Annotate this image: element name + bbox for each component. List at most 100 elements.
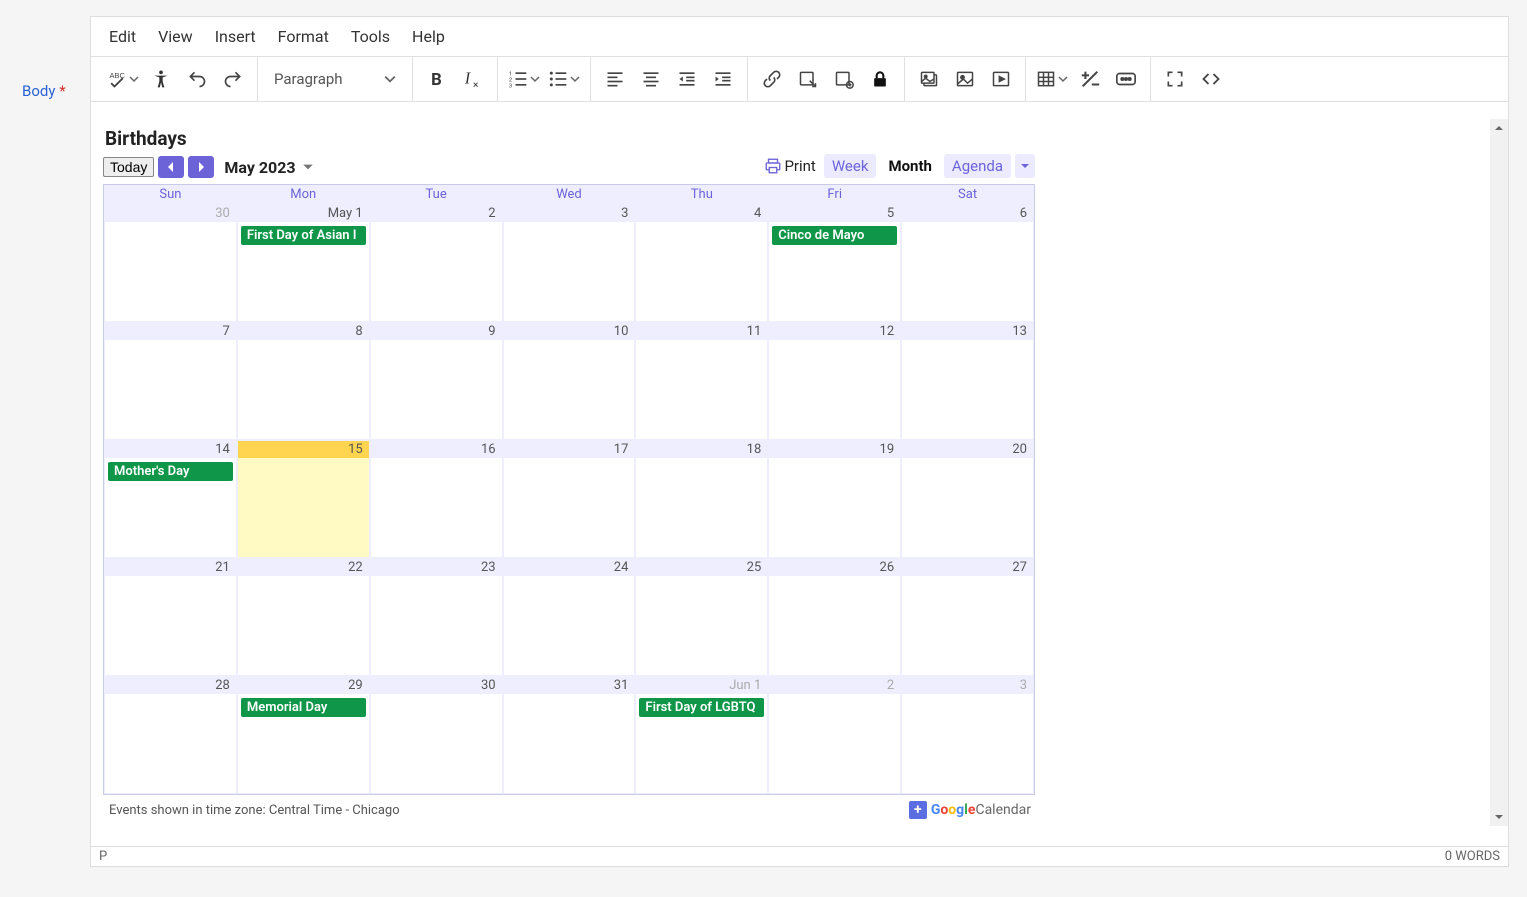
fullscreen-button[interactable] xyxy=(1157,61,1193,97)
calendar-widget: Birthdays Today May 2023 Print Wee xyxy=(103,125,1035,821)
day-cell[interactable]: 29Memorial Day xyxy=(237,676,370,794)
link-button[interactable] xyxy=(754,61,790,97)
day-cell[interactable]: 7 xyxy=(104,322,237,440)
day-cell[interactable]: 27 xyxy=(901,558,1034,676)
day-cell[interactable]: 15 xyxy=(237,440,370,558)
date-label: 3 xyxy=(504,205,635,222)
menu-help[interactable]: Help xyxy=(412,27,445,46)
calendar-event[interactable]: Memorial Day xyxy=(241,698,366,717)
date-label: 31 xyxy=(504,677,635,694)
calendar-event[interactable]: Mother's Day xyxy=(108,462,233,481)
outdent-button[interactable] xyxy=(669,61,705,97)
menu-tools[interactable]: Tools xyxy=(351,27,390,46)
day-cell[interactable]: 6 xyxy=(901,204,1034,322)
day-cell[interactable]: 11 xyxy=(635,322,768,440)
day-cell[interactable]: 2 xyxy=(768,676,901,794)
next-month-button[interactable] xyxy=(188,156,214,178)
day-cell[interactable]: 30 xyxy=(370,676,503,794)
day-cell[interactable]: 30 xyxy=(104,204,237,322)
word-count[interactable]: 0 WORDS xyxy=(1445,849,1500,864)
element-path[interactable]: P xyxy=(99,849,107,864)
day-cell[interactable]: May 1 First Day of Asian I xyxy=(237,204,370,322)
scroll-down-button[interactable] xyxy=(1490,808,1508,826)
prev-month-button[interactable] xyxy=(158,156,184,178)
scroll-up-button[interactable] xyxy=(1490,119,1508,137)
align-center-button[interactable] xyxy=(633,61,669,97)
day-cell[interactable]: 22 xyxy=(237,558,370,676)
day-cell[interactable]: 9 xyxy=(370,322,503,440)
menu-view[interactable]: View xyxy=(158,27,193,46)
day-cell[interactable]: 28 xyxy=(104,676,237,794)
lock-button[interactable] xyxy=(862,61,898,97)
menu-format[interactable]: Format xyxy=(278,27,329,46)
accessibility-button[interactable] xyxy=(143,61,179,97)
table-button[interactable] xyxy=(1032,61,1072,97)
editor-content[interactable]: Birthdays Today May 2023 Print Wee xyxy=(91,119,1490,846)
calendar-event[interactable]: First Day of LGBTQ xyxy=(639,698,764,717)
day-cell[interactable]: 17 xyxy=(503,440,636,558)
day-cell[interactable]: 3 xyxy=(901,676,1034,794)
day-cell[interactable]: 24 xyxy=(503,558,636,676)
dayhead: Sun xyxy=(104,185,237,204)
code-button[interactable] xyxy=(1193,61,1229,97)
dayhead: Thu xyxy=(635,185,768,204)
day-cell[interactable]: 19 xyxy=(768,440,901,558)
day-cell[interactable]: 4 xyxy=(635,204,768,322)
plus-minus-button[interactable] xyxy=(1072,61,1108,97)
svg-text:×: × xyxy=(473,80,478,90)
today-button[interactable]: Today xyxy=(103,157,154,177)
align-left-button[interactable] xyxy=(597,61,633,97)
image-gallery-button[interactable] xyxy=(911,61,947,97)
image-button[interactable] xyxy=(947,61,983,97)
month-picker[interactable]: May 2023 xyxy=(224,158,313,177)
day-cell[interactable]: 12 xyxy=(768,322,901,440)
date-label: 11 xyxy=(636,323,767,340)
view-dropdown[interactable] xyxy=(1015,154,1035,178)
menu-insert[interactable]: Insert xyxy=(215,27,256,46)
day-cell[interactable]: 23 xyxy=(370,558,503,676)
video-button[interactable] xyxy=(983,61,1019,97)
indent-button[interactable] xyxy=(705,61,741,97)
date-label: 8 xyxy=(238,323,369,340)
day-cell[interactable]: 31 xyxy=(503,676,636,794)
day-cell[interactable]: 16 xyxy=(370,440,503,558)
google-calendar-badge[interactable]: + GoogleCalendar xyxy=(909,801,1031,819)
day-cell[interactable]: Jun 1First Day of LGBTQ xyxy=(635,676,768,794)
day-cell[interactable]: 8 xyxy=(237,322,370,440)
day-cell[interactable]: 2 xyxy=(370,204,503,322)
menubar: Edit View Insert Format Tools Help xyxy=(91,17,1508,56)
redo-button[interactable] xyxy=(215,61,251,97)
view-agenda-tab[interactable]: Agenda xyxy=(944,154,1011,178)
date-label: 17 xyxy=(504,441,635,458)
day-cell[interactable]: 13 xyxy=(901,322,1034,440)
view-week-tab[interactable]: Week xyxy=(824,154,877,178)
calendar-event[interactable]: First Day of Asian I xyxy=(241,226,366,245)
ordered-list-button[interactable]: 123 xyxy=(504,61,544,97)
print-button[interactable]: Print xyxy=(764,157,815,175)
link-edit-button[interactable] xyxy=(790,61,826,97)
day-cell[interactable]: 26 xyxy=(768,558,901,676)
day-cell[interactable]: 3 xyxy=(503,204,636,322)
day-cell[interactable]: 18 xyxy=(635,440,768,558)
day-cell[interactable]: 21 xyxy=(104,558,237,676)
day-cell[interactable]: 14Mother's Day xyxy=(104,440,237,558)
menu-edit[interactable]: Edit xyxy=(109,27,136,46)
unordered-list-button[interactable] xyxy=(544,61,584,97)
date-label: May 1 xyxy=(238,205,369,222)
vertical-scrollbar[interactable] xyxy=(1490,119,1508,826)
day-cell[interactable]: 5Cinco de Mayo xyxy=(768,204,901,322)
link-add-button[interactable] xyxy=(826,61,862,97)
dayhead: Wed xyxy=(503,185,636,204)
calendar-event[interactable]: Cinco de Mayo xyxy=(772,226,897,245)
bold-button[interactable]: B xyxy=(419,61,455,97)
day-cell[interactable]: 25 xyxy=(635,558,768,676)
spellcheck-button[interactable]: ABC xyxy=(103,61,143,97)
block-format-select[interactable]: Paragraph xyxy=(264,61,406,97)
clear-format-button[interactable]: I× xyxy=(455,61,491,97)
day-cell[interactable]: 10 xyxy=(503,322,636,440)
day-cell[interactable]: 20 xyxy=(901,440,1034,558)
undo-button[interactable] xyxy=(179,61,215,97)
more-button[interactable] xyxy=(1108,61,1144,97)
date-label: 10 xyxy=(504,323,635,340)
view-month-tab[interactable]: Month xyxy=(880,154,939,178)
